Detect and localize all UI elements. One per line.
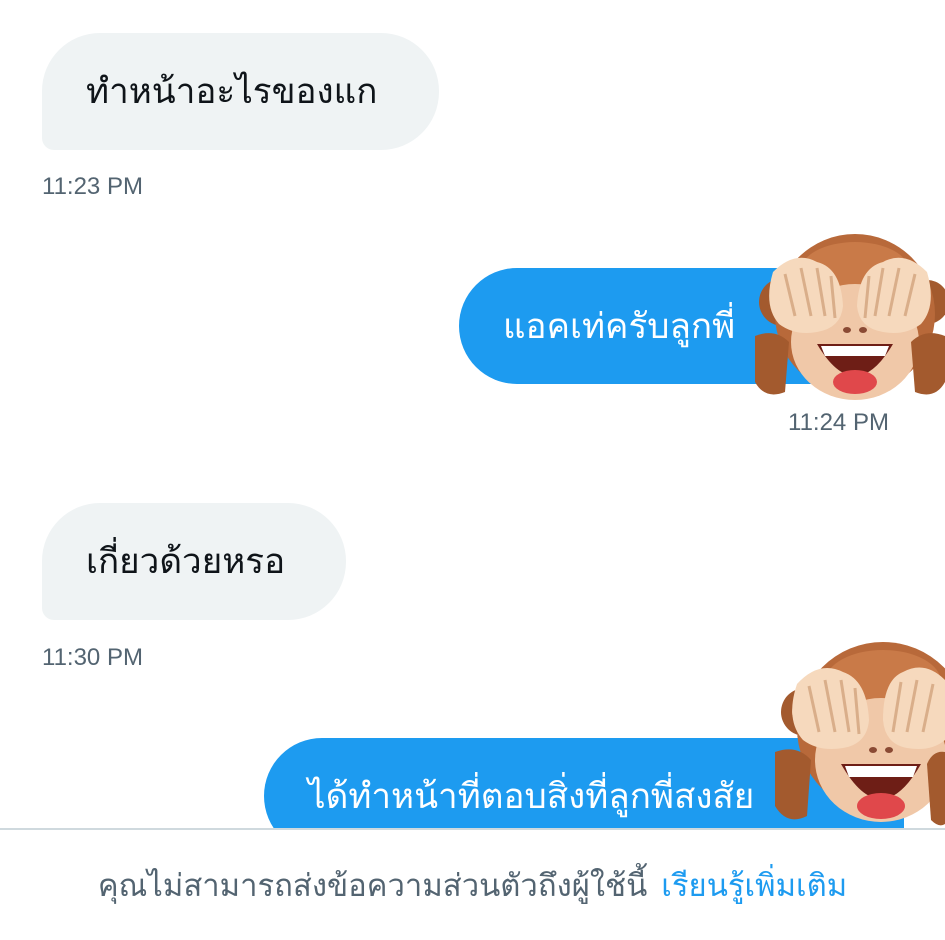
see-no-evil-monkey-icon (755, 234, 945, 400)
dm-conversation: ทำหน้าอะไรของแก 11:23 PM แอคเท่ครับลูกพี… (0, 0, 945, 940)
see-no-evil-monkey-icon (775, 642, 945, 826)
dm-disabled-footer: คุณไม่สามารถส่งข้อความส่วนตัวถึงผู้ใช้นี… (0, 828, 945, 940)
message-timestamp: 11:23 PM (42, 173, 143, 200)
message-bubble-incoming[interactable]: ทำหน้าอะไรของแก (42, 33, 439, 150)
message-timestamp: 11:30 PM (42, 644, 143, 671)
dm-disabled-notice: คุณไม่สามารถส่งข้อความส่วนตัวถึงผู้ใช้นี… (97, 868, 648, 904)
message-text: แอคเท่ครับลูกพี่ (503, 306, 736, 347)
message-text: ทำหน้าอะไรของแก (86, 72, 378, 112)
learn-more-link[interactable]: เรียนรู้เพิ่มเติม (661, 860, 847, 910)
message-timestamp: 11:24 PM (788, 409, 889, 436)
message-bubble-incoming[interactable]: เกี่ยวด้วยหรอ (42, 503, 346, 620)
message-text: ได้ทำหน้าที่ตอบสิ่งที่ลูกพี่สงสัย (308, 776, 755, 817)
message-text: เกี่ยวด้วยหรอ (86, 542, 286, 582)
